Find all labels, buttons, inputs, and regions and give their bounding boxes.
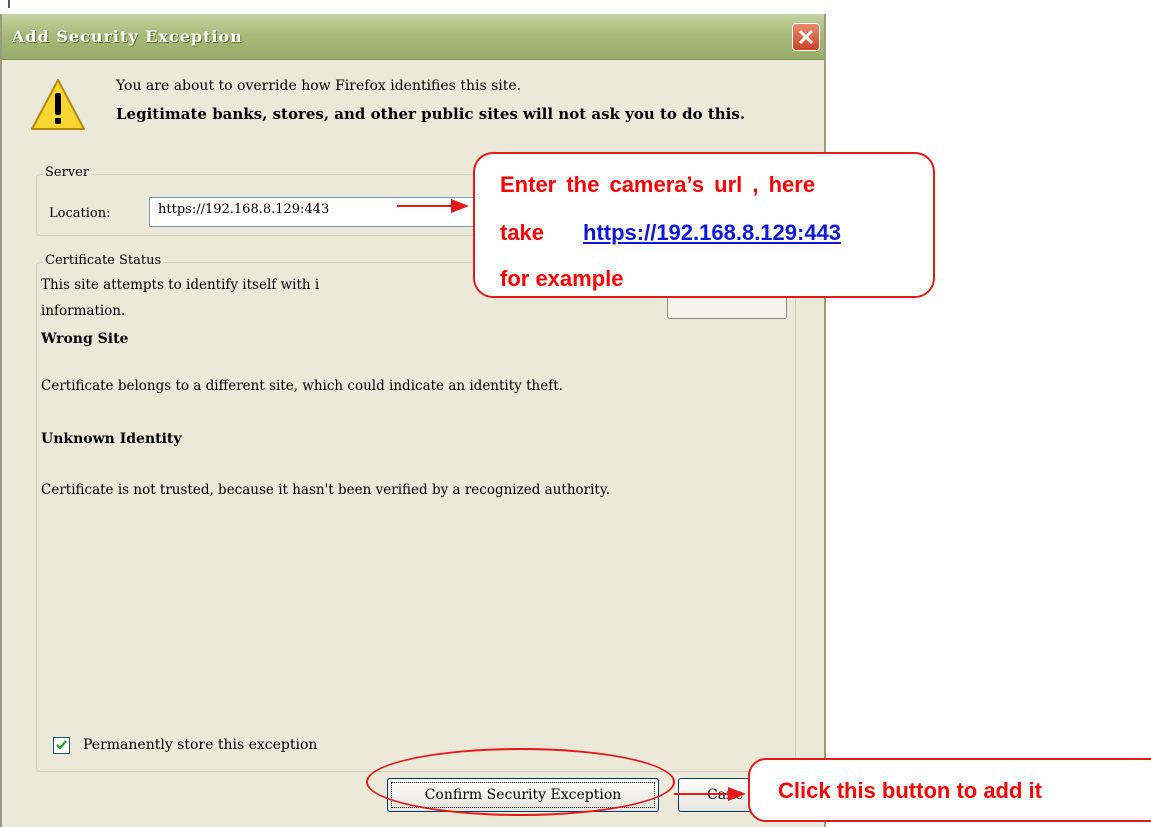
title-bar[interactable]: Add Security Exception <box>2 14 824 60</box>
warning-icon <box>31 79 85 130</box>
certificate-status-label: Certificate Status <box>43 253 164 268</box>
override-message: You are about to override how Firefox id… <box>116 78 522 94</box>
unknown-identity-text: Certificate is not trusted, because it h… <box>41 482 610 498</box>
close-button[interactable] <box>792 23 820 51</box>
cert-intro-line2: information. <box>41 303 126 319</box>
callout-line1: Enter the camera’s url , here <box>500 172 816 197</box>
callout-line3: for example <box>500 266 624 291</box>
add-security-exception-dialog: Add Security Exception You are about to … <box>0 14 826 827</box>
close-icon <box>798 29 814 45</box>
dialog-title: Add Security Exception <box>12 27 243 46</box>
confirm-button-highlight <box>366 748 675 816</box>
cert-intro-line1: This site attempts to identify itself wi… <box>41 277 320 293</box>
callout-button-text: Click this button to add it <box>778 778 1042 803</box>
arrow-to-callout-icon <box>397 199 469 213</box>
permanent-store-label[interactable]: Permanently store this exception <box>83 737 317 753</box>
warning-message: Legitimate banks, stores, and other publ… <box>116 105 746 123</box>
permanent-store-checkbox[interactable] <box>53 737 70 754</box>
button-callout: Click this button to add it <box>748 758 1151 822</box>
certificate-status-group: Certificate Status This site attempts to… <box>36 253 796 772</box>
server-group-label: Server <box>43 165 92 180</box>
wrong-site-heading: Wrong Site <box>41 331 129 347</box>
callout-url-link[interactable]: https://192.168.8.129:443 <box>583 220 841 246</box>
location-label: Location: <box>49 206 111 221</box>
checkmark-icon <box>56 740 67 750</box>
url-callout: Enter the camera’s url , here take https… <box>473 152 935 298</box>
wrong-site-text: Certificate belongs to a different site,… <box>41 378 563 394</box>
page-edge-line <box>8 0 10 8</box>
unknown-identity-heading: Unknown Identity <box>41 431 182 447</box>
callout-take: take <box>500 220 545 245</box>
arrow-to-button-callout-icon <box>674 787 746 801</box>
